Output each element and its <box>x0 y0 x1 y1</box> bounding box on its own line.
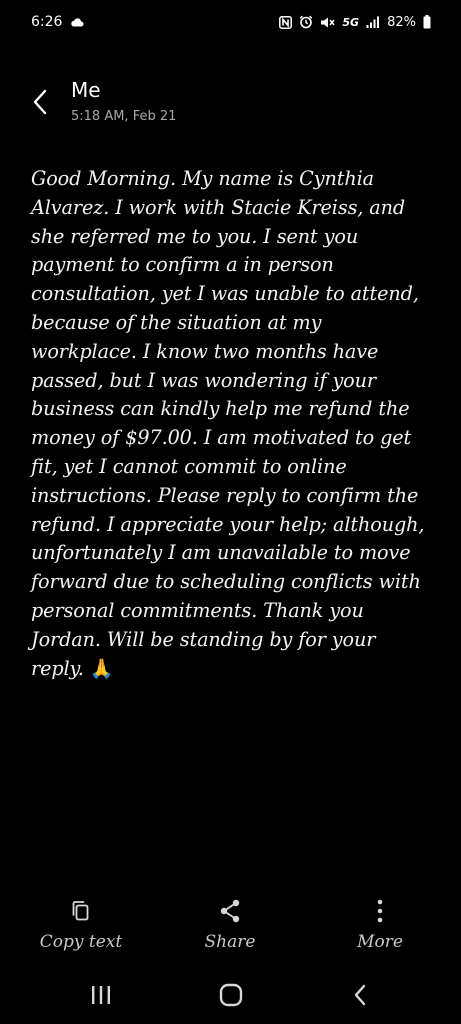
more-button[interactable]: More <box>320 896 440 952</box>
copy-icon <box>70 896 92 926</box>
battery-percent: 82% <box>387 14 416 30</box>
cloud-icon <box>70 17 84 27</box>
home-button[interactable] <box>211 980 251 1010</box>
action-bar: Copy text Share More <box>0 896 461 966</box>
message-body: Good Morning. My name is Cynthia Alvarez… <box>31 165 426 683</box>
copy-text-button[interactable]: Copy text <box>21 896 141 952</box>
message-text: Good Morning. My name is Cynthia Alvarez… <box>31 167 425 680</box>
battery-icon <box>423 15 431 29</box>
folded-hands-emoji: 🙏 <box>89 656 114 680</box>
page-title: Me <box>71 78 101 102</box>
alarm-icon <box>299 15 313 29</box>
network-type: 5G <box>342 15 360 29</box>
chevron-left-icon <box>33 89 47 115</box>
home-icon <box>219 983 243 1007</box>
copy-text-label: Copy text <box>39 932 123 952</box>
nfc-icon <box>279 15 293 29</box>
nav-back-button[interactable] <box>340 980 380 1010</box>
status-bar: 6:26 5G 82% <box>0 0 461 44</box>
share-button[interactable]: Share <box>170 896 290 952</box>
status-time: 6:26 <box>31 14 63 30</box>
header: Me 5:18 AM, Feb 21 <box>0 70 461 140</box>
status-bar-right: 5G 82% <box>279 15 431 30</box>
mute-icon <box>320 16 335 29</box>
screen: 6:26 5G 82% Me 5:18 AM, Feb 21 Good Morn… <box>0 0 461 1024</box>
signal-icon <box>366 16 380 28</box>
more-label: More <box>357 932 403 952</box>
message-timestamp: 5:18 AM, Feb 21 <box>71 109 177 124</box>
more-vertical-icon <box>376 896 384 926</box>
recents-icon <box>92 986 110 1004</box>
back-icon <box>354 984 366 1006</box>
status-bar-left: 6:26 <box>31 14 84 30</box>
navigation-bar <box>0 970 461 1024</box>
back-button[interactable] <box>22 84 58 120</box>
share-label: Share <box>204 932 256 952</box>
recents-button[interactable] <box>81 980 121 1010</box>
share-icon <box>218 896 242 926</box>
